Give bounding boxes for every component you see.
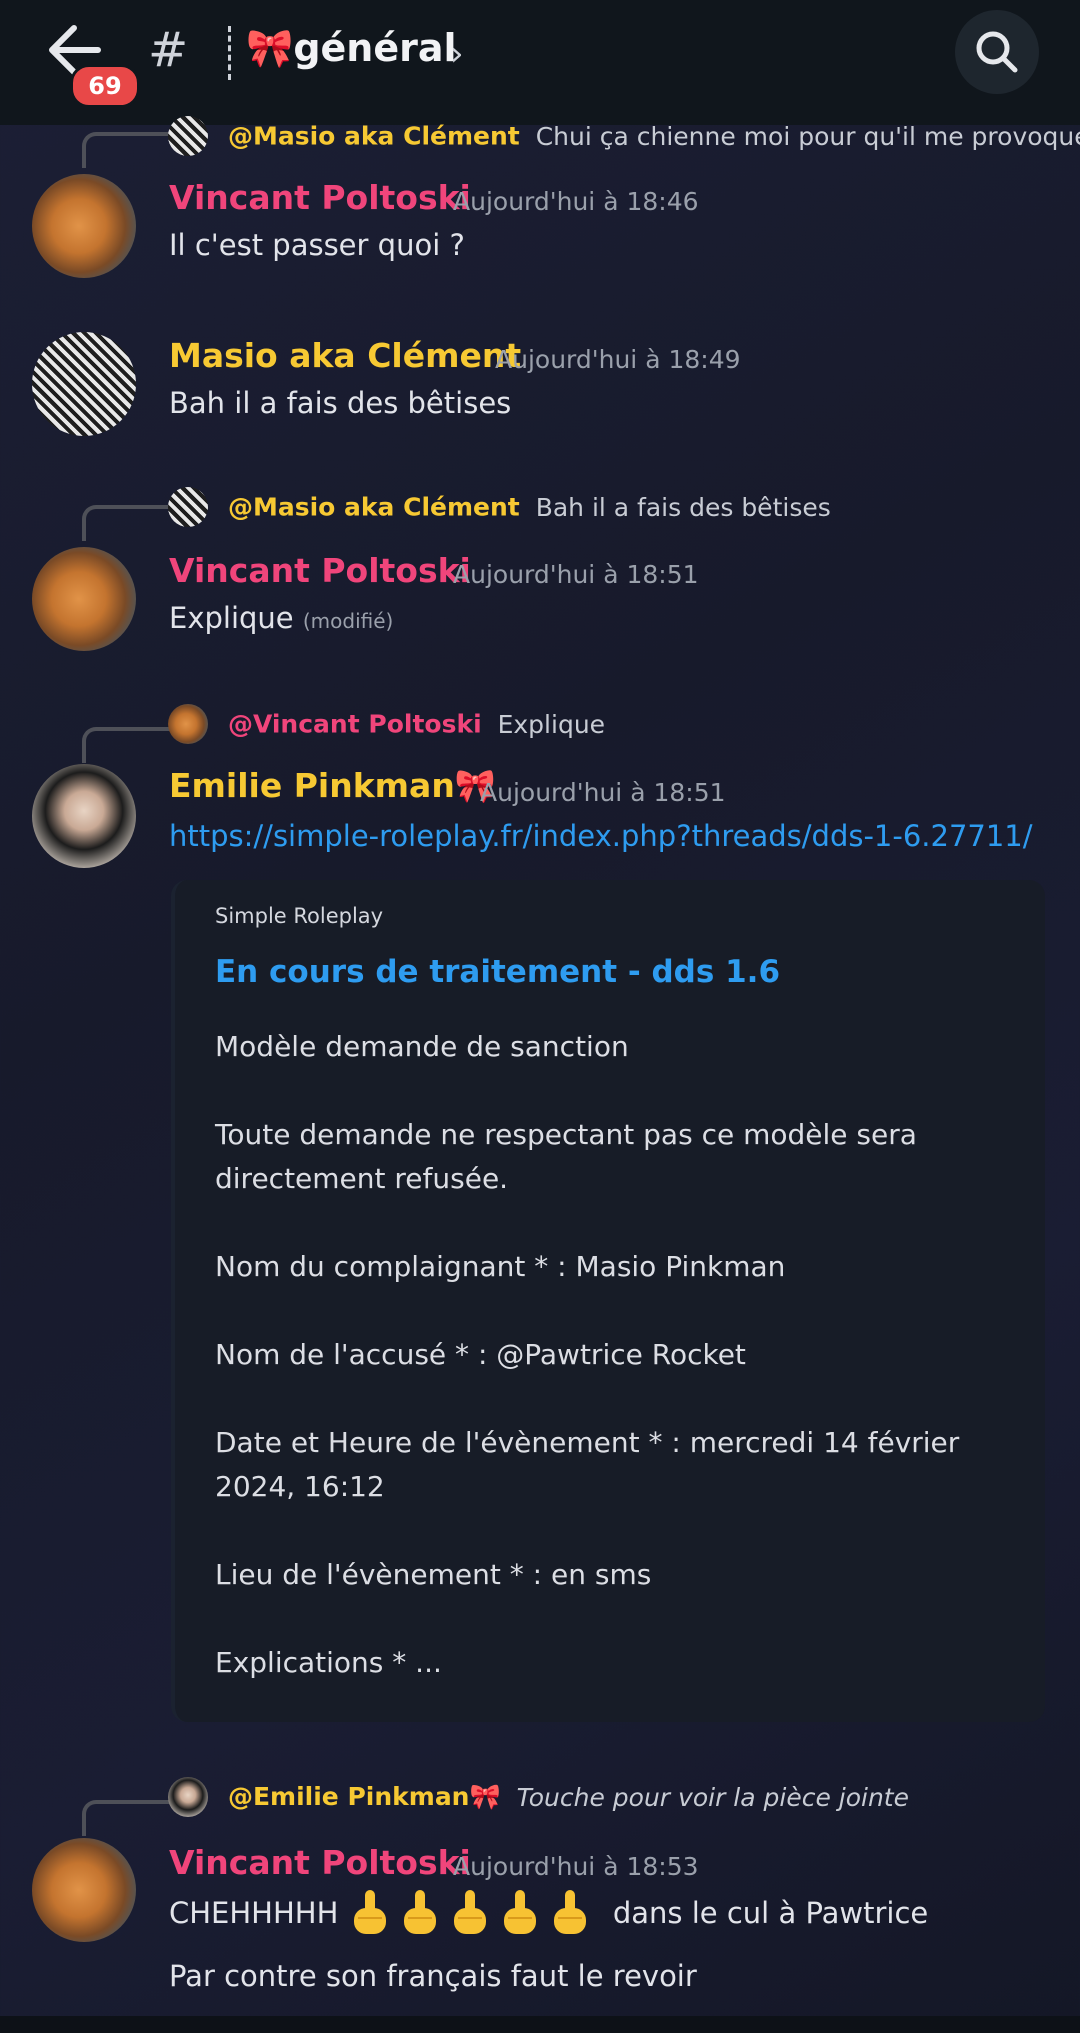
avatar[interactable]	[32, 1838, 136, 1942]
middle-finger-emoji	[353, 1890, 386, 1934]
reply-connector	[82, 727, 170, 763]
edited-label: (modifié)	[302, 609, 394, 633]
middle-finger-emoji	[553, 1890, 586, 1934]
avatar[interactable]	[32, 547, 136, 651]
message-text: Bah il a fais des bêtises	[169, 386, 512, 420]
avatar[interactable]	[32, 174, 136, 278]
bottom-edge	[0, 2016, 1080, 2033]
reply-connector	[82, 132, 170, 168]
embed-text: Explications * ...	[215, 1646, 442, 1679]
embed-text: Nom de l'accusé * : @Pawtrice Rocket	[215, 1338, 746, 1371]
reply-avatar	[168, 1777, 208, 1817]
timestamp: Aujourd'hui à 18:51	[453, 560, 699, 589]
embed-provider[interactable]: Simple Roleplay	[215, 904, 383, 928]
middle-finger-emoji-row	[348, 1890, 598, 1934]
avatar[interactable]	[32, 332, 136, 436]
reply-connector	[82, 505, 170, 541]
embed-text: Modèle demande de sanction	[215, 1030, 629, 1063]
author-name[interactable]: Vincant Poltoski	[169, 1843, 471, 1882]
embed-text: 2024, 16:12	[215, 1470, 385, 1503]
reply-preview[interactable]: @Masio aka Clément Chui ça chienne moi p…	[168, 116, 1080, 156]
reply-preview[interactable]: @Emilie Pinkman🎀 Touche pour voir la piè…	[168, 1777, 909, 1817]
embed-title[interactable]: En cours de traitement - dds 1.6	[215, 954, 780, 990]
embed-text: directement refusée.	[215, 1162, 509, 1195]
author-name[interactable]: Vincant Poltoski	[169, 551, 471, 590]
message-text: CHEHHHHH dans le cul à Pawtrice	[169, 1888, 928, 1938]
middle-finger-emoji	[403, 1890, 436, 1934]
reply-avatar	[168, 116, 208, 156]
reply-preview[interactable]: @Vincant Poltoski Explique	[168, 704, 605, 744]
reply-preview[interactable]: @Masio aka Clément Bah il a fais des bêt…	[168, 487, 831, 527]
search-icon	[976, 31, 1018, 73]
timestamp: Aujourd'hui à 18:46	[453, 187, 699, 216]
search-button[interactable]	[955, 10, 1039, 94]
avatar[interactable]	[32, 764, 136, 868]
timestamp: Aujourd'hui à 18:51	[480, 778, 726, 807]
middle-finger-emoji	[453, 1890, 486, 1934]
reply-avatar	[168, 487, 208, 527]
reply-connector	[82, 1800, 170, 1836]
timestamp: Aujourd'hui à 18:53	[453, 1852, 699, 1881]
thread-marker	[228, 26, 237, 80]
embed-text: Lieu de l'évènement * : en sms	[215, 1558, 652, 1591]
author-name[interactable]: Emilie Pinkman🎀	[169, 766, 496, 806]
message-text: Par contre son français faut le revoir	[169, 1959, 697, 1993]
author-name[interactable]: Masio aka Clément	[169, 336, 521, 375]
channel-title[interactable]: 🎀général	[246, 26, 457, 71]
hash-icon: #	[148, 22, 189, 78]
timestamp: Aujourd'hui à 18:49	[495, 345, 741, 374]
top-bar: 69 # 🎀général ›	[0, 0, 1080, 125]
link-embed[interactable]: Simple Roleplay En cours de traitement -…	[171, 880, 1045, 1722]
unread-badge: 69	[70, 64, 140, 108]
message-text: Explique (modifié)	[169, 601, 394, 635]
reply-avatar	[168, 704, 208, 744]
author-name[interactable]: Vincant Poltoski	[169, 178, 471, 217]
embed-text: Toute demande ne respectant pas ce modèl…	[215, 1118, 917, 1151]
message-text: Il c'est passer quoi ?	[169, 228, 465, 262]
message-link[interactable]: https://simple-roleplay.fr/index.php?thr…	[169, 819, 1033, 853]
embed-text: Date et Heure de l'évènement * : mercred…	[215, 1426, 960, 1459]
embed-text: Nom du complaignant * : Masio Pinkman	[215, 1250, 786, 1283]
chevron-right-icon[interactable]: ›	[450, 34, 464, 74]
middle-finger-emoji	[503, 1890, 536, 1934]
